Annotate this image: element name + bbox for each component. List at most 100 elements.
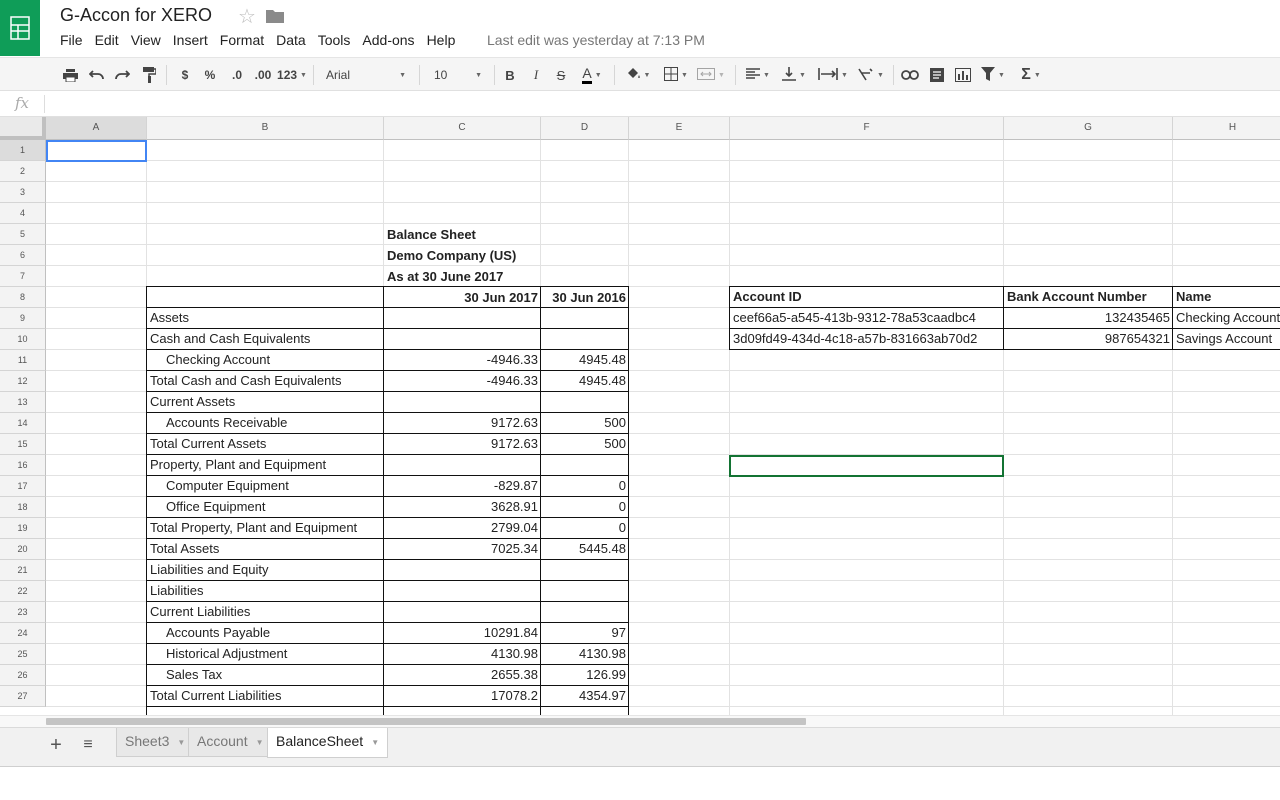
line-item-label[interactable]: Total Current Assets [147,434,384,455]
accounts-header-cell[interactable]: Bank Account Number [1004,287,1173,308]
line-item-label[interactable]: Liabilities [147,581,384,602]
row-header-8[interactable]: 8 [0,287,46,308]
insert-link-icon[interactable] [899,58,921,92]
sheet-tab-account[interactable]: Account ▼ [188,728,273,757]
line-item-value-2017[interactable]: 7025.34 [384,539,541,560]
text-rotation-button[interactable]: ▼ [854,58,888,92]
accounts-cell[interactable]: 987654321 [1004,329,1173,350]
balance-sheet-company[interactable]: Demo Company (US) [384,246,634,267]
print-icon[interactable] [60,58,80,92]
text-color-button[interactable]: A ▼ [576,58,608,92]
column-header-f[interactable]: F [730,117,1004,140]
line-item-value-2017[interactable]: 2655.38 [384,665,541,686]
line-item-value-2017[interactable] [384,560,541,581]
line-item-value-2016[interactable] [541,602,629,623]
line-item-label[interactable]: Assets [147,308,384,329]
insert-comment-icon[interactable] [926,58,948,92]
select-all-corner[interactable] [0,117,46,140]
all-sheets-icon[interactable]: ≡ [78,733,98,757]
sheet-tab-balancesheet[interactable]: BalanceSheet ▼ [267,728,389,758]
row-header-4[interactable]: 4 [0,203,46,224]
functions-button[interactable]: Σ ▼ [1014,58,1048,92]
accounts-cell[interactable]: 132435465 [1004,308,1173,329]
line-item-value-2016[interactable] [541,455,629,476]
line-item-label[interactable]: Sales Tax [147,665,384,686]
percent-format-button[interactable]: % [201,58,219,92]
line-item-label[interactable]: Office Equipment [147,497,384,518]
line-item-value-2016[interactable]: 4945.48 [541,350,629,371]
header-cell-2016[interactable]: 30 Jun 2016 [541,288,629,309]
row-header-27[interactable]: 27 [0,686,46,707]
line-item-value-2016[interactable]: 4130.98 [541,644,629,665]
active-cell-selection[interactable] [46,140,147,162]
row-header-3[interactable]: 3 [0,182,46,203]
line-item-value-2016[interactable]: 4945.48 [541,371,629,392]
row-header-22[interactable]: 22 [0,581,46,602]
row-header-16[interactable]: 16 [0,455,46,476]
font-size-dropdown[interactable]: 10 ▼ [428,58,488,92]
column-header-c[interactable]: C [384,117,541,140]
line-item-value-2017[interactable]: 4130.98 [384,644,541,665]
column-header-a[interactable]: A [46,117,147,140]
row-header-20[interactable]: 20 [0,539,46,560]
row-header-10[interactable]: 10 [0,329,46,350]
row-header-21[interactable]: 21 [0,560,46,581]
scrollbar-thumb[interactable] [46,718,806,725]
borders-button[interactable]: ▼ [660,58,692,92]
line-item-value-2016[interactable]: 500 [541,413,629,434]
chevron-down-icon[interactable]: ▼ [371,738,379,747]
menu-help[interactable]: Help [421,32,462,50]
text-wrapping-button[interactable]: ▼ [814,58,852,92]
document-title[interactable]: G-Accon for XERO [60,5,212,26]
vertical-align-button[interactable]: ▼ [778,58,810,92]
line-item-value-2017[interactable]: -4946.33 [384,350,541,371]
chevron-down-icon[interactable]: ▼ [177,738,185,747]
accounts-header-cell[interactable]: Account ID [730,287,1004,308]
row-header-1[interactable]: 1 [0,140,46,161]
redo-icon[interactable] [112,58,132,92]
line-item-value-2017[interactable] [384,329,541,350]
paint-format-icon[interactable] [139,58,159,92]
row-header-6[interactable]: 6 [0,245,46,266]
fill-color-button[interactable]: ▼ [622,58,654,92]
horizontal-scrollbar[interactable] [0,715,1280,727]
line-item-value-2017[interactable]: 10291.84 [384,623,541,644]
line-item-value-2017[interactable]: -829.87 [384,476,541,497]
insert-chart-icon[interactable] [952,58,974,92]
line-item-label[interactable]: Property, Plant and Equipment [147,455,384,476]
line-item-value-2017[interactable] [384,308,541,329]
line-item-value-2016[interactable]: 0 [541,497,629,518]
line-item-value-2016[interactable]: 4354.97 [541,686,629,707]
accounts-cell[interactable]: ceef66a5-a545-413b-9312-78a53caadbc4 [730,308,1004,329]
horizontal-align-button[interactable]: ▼ [742,58,774,92]
formula-input[interactable] [50,93,1270,115]
column-header-e[interactable]: E [629,117,730,140]
add-sheet-icon[interactable]: + [46,732,66,758]
line-item-label[interactable]: Total Current Liabilities [147,686,384,707]
line-item-label[interactable]: Cash and Cash Equivalents [147,329,384,350]
last-edit-status[interactable]: Last edit was yesterday at 7:13 PM [487,32,705,48]
line-item-label[interactable]: Checking Account [147,350,384,371]
menu-insert[interactable]: Insert [167,32,214,50]
line-item-value-2016[interactable]: 5445.48 [541,539,629,560]
menu-edit[interactable]: Edit [89,32,125,50]
sheet-tab-sheet3[interactable]: Sheet3 ▼ [116,728,195,757]
line-item-label[interactable]: Computer Equipment [147,476,384,497]
row-header-17[interactable]: 17 [0,476,46,497]
line-item-label[interactable]: Total Cash and Cash Equivalents [147,371,384,392]
line-item-value-2016[interactable] [541,308,629,329]
sheets-logo-icon[interactable] [0,0,40,56]
column-header-g[interactable]: G [1004,117,1173,140]
accounts-header-cell[interactable]: Name [1173,287,1280,308]
row-header-23[interactable]: 23 [0,602,46,623]
folder-icon[interactable] [266,9,284,28]
undo-icon[interactable] [86,58,106,92]
line-item-value-2017[interactable] [384,581,541,602]
row-header-5[interactable]: 5 [0,224,46,245]
star-icon[interactable]: ☆ [238,4,256,29]
column-header-d[interactable]: D [541,117,629,140]
line-item-value-2016[interactable]: 500 [541,434,629,455]
menu-view[interactable]: View [125,32,167,50]
menu-data[interactable]: Data [270,32,312,50]
line-item-value-2017[interactable]: 9172.63 [384,434,541,455]
